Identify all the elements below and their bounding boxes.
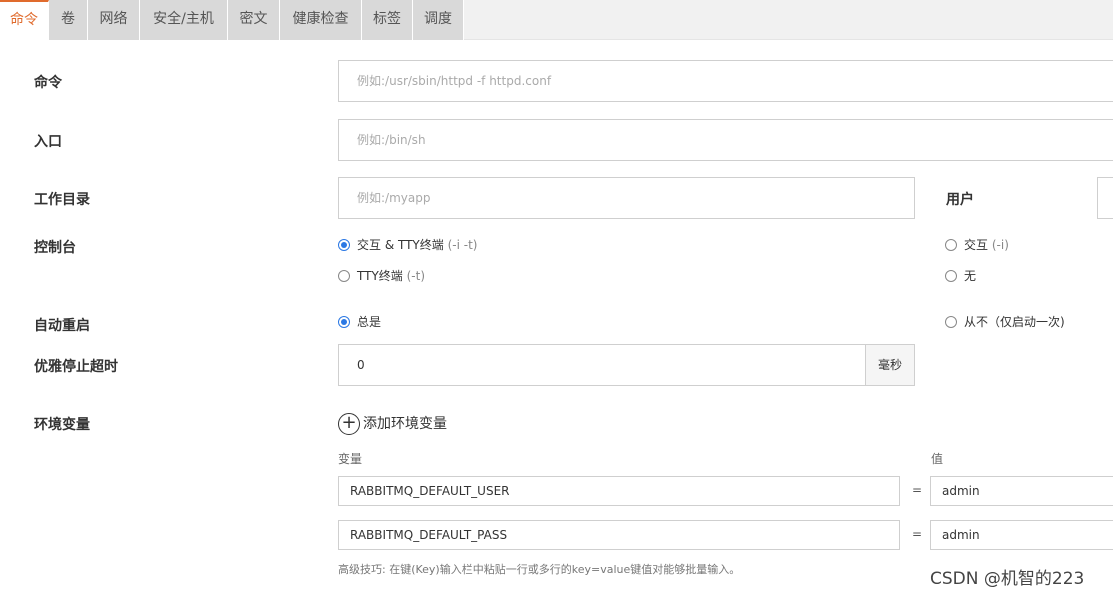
restart-radio-always[interactable]: 总是 — [338, 314, 438, 330]
tab-health-check[interactable]: 健康检查 — [280, 0, 362, 40]
env-equals: = — [912, 527, 923, 541]
tab-bar: 命令 卷 网络 安全/主机 密文 健康检查 标签 调度 — [0, 0, 1113, 40]
radio-unselected-icon — [338, 270, 350, 282]
env-key-input[interactable]: RABBITMQ_DEFAULT_PASS — [338, 520, 900, 550]
tab-labels[interactable]: 标签 — [362, 0, 413, 40]
radio-unselected-icon — [945, 239, 957, 251]
radio-unselected-icon — [945, 270, 957, 282]
env-value-input[interactable]: admin — [930, 520, 1113, 550]
radio-hint: (-i) — [991, 238, 1009, 252]
watermark: CSDN @机智的223 — [930, 569, 1085, 589]
radio-label: 总是 — [357, 315, 382, 329]
radio-label: 交互 — [964, 238, 989, 252]
console-radio-tty[interactable]: TTY终端 (-t) — [338, 268, 498, 284]
radio-label: 交互 & TTY终端 — [357, 238, 444, 252]
tab-network[interactable]: 网络 — [88, 0, 140, 40]
restart-radio-never[interactable]: 从不（仅启动一次) — [945, 314, 1105, 330]
workdir-label: 工作目录 — [34, 192, 90, 208]
console-radio-none[interactable]: 无 — [945, 268, 1025, 284]
restart-label: 自动重启 — [34, 318, 90, 334]
workdir-input[interactable]: 例如:/myapp — [338, 177, 915, 219]
console-radio-interactive[interactable]: 交互 (-i) — [945, 237, 1065, 253]
graceful-stop-unit: 毫秒 — [866, 344, 915, 386]
entrypoint-input[interactable]: 例如:/bin/sh — [338, 119, 1113, 161]
tab-security-host[interactable]: 安全/主机 — [140, 0, 228, 40]
user-label: 用户 — [946, 192, 974, 208]
entrypoint-label: 入口 — [34, 134, 62, 150]
radio-unselected-icon — [945, 316, 957, 328]
command-input[interactable]: 例如:/usr/sbin/httpd -f httpd.conf — [338, 60, 1113, 102]
command-label: 命令 — [34, 75, 62, 91]
env-equals: = — [912, 483, 923, 497]
add-env-label: 添加环境变量 — [363, 416, 447, 432]
tab-command[interactable]: 命令 — [0, 0, 49, 40]
tab-scheduling[interactable]: 调度 — [413, 0, 464, 40]
env-value-input[interactable]: admin — [930, 476, 1113, 506]
tab-secrets[interactable]: 密文 — [228, 0, 280, 40]
radio-hint: (-i -t) — [447, 238, 478, 252]
env-tip: 高级技巧: 在键(Key)输入栏中粘贴一行或多行的key=value键值对能够批… — [338, 563, 741, 576]
graceful-stop-input[interactable]: 0 — [338, 344, 866, 386]
user-input[interactable] — [1097, 177, 1113, 219]
radio-label: TTY终端 — [357, 269, 403, 283]
radio-selected-icon — [338, 239, 350, 251]
env-value-header: 值 — [931, 452, 944, 466]
graceful-stop-label: 优雅停止超时 — [34, 359, 118, 375]
env-label: 环境变量 — [34, 417, 90, 433]
env-key-header: 变量 — [338, 452, 363, 466]
radio-label: 从不（仅启动一次) — [964, 315, 1065, 329]
radio-label: 无 — [964, 269, 977, 283]
radio-selected-icon — [338, 316, 350, 328]
env-key-input[interactable]: RABBITMQ_DEFAULT_USER — [338, 476, 900, 506]
tab-volumes[interactable]: 卷 — [49, 0, 88, 40]
plus-circle-icon: + — [338, 413, 360, 435]
console-label: 控制台 — [34, 240, 76, 256]
console-radio-interactive-tty[interactable]: 交互 & TTY终端 (-i -t) — [338, 237, 538, 253]
radio-hint: (-t) — [406, 269, 426, 283]
